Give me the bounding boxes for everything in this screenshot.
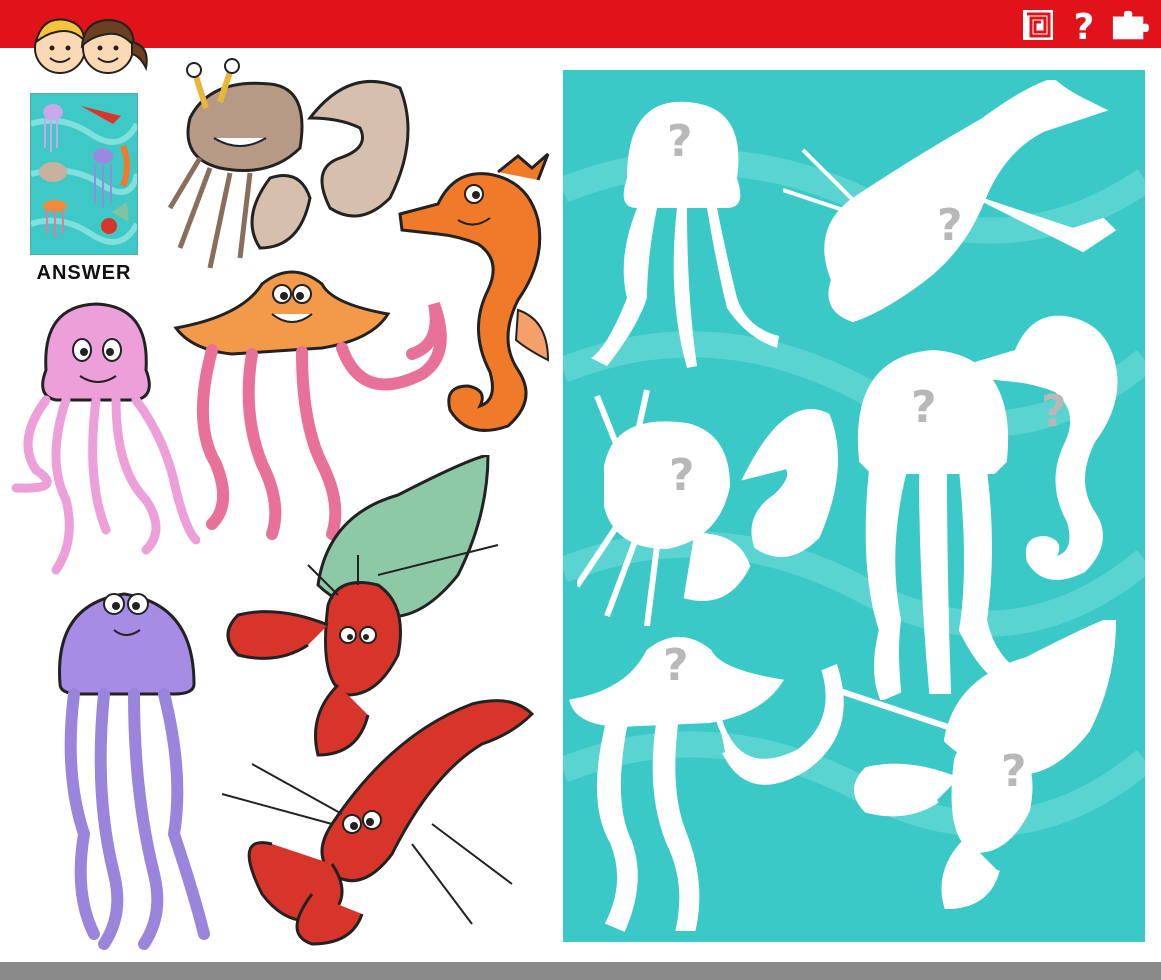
- top-bar: [0, 0, 1161, 48]
- top-icons: ?: [1019, 6, 1149, 44]
- silhouette-panel: ? ? ? ? ? ? ?: [563, 70, 1145, 942]
- question-mark: ?: [937, 200, 963, 251]
- lobster[interactable]: [212, 694, 552, 950]
- answer-label: ANSWER: [36, 262, 132, 284]
- question-mark: ?: [667, 116, 693, 167]
- question-mark: ?: [669, 450, 695, 501]
- svg-text:?: ?: [1074, 7, 1095, 43]
- silhouette-crab[interactable]: [577, 386, 847, 626]
- question-mark: ?: [1041, 386, 1067, 437]
- silhouette-seahorse[interactable]: [975, 292, 1133, 592]
- answer-thumbnail: [30, 93, 138, 255]
- crab[interactable]: [150, 58, 420, 288]
- bottom-bar: [0, 962, 1161, 980]
- pink-jellyfish[interactable]: [6, 300, 200, 578]
- question-icon: ?: [1065, 6, 1103, 44]
- question-mark: ?: [911, 382, 937, 433]
- silhouette-hermit-crab[interactable]: [837, 620, 1137, 910]
- question-mark: ?: [1001, 746, 1027, 797]
- question-mark: ?: [663, 640, 689, 691]
- kids-logo: [34, 18, 148, 74]
- maze-icon: [1019, 6, 1057, 44]
- puzzle-icon: [1111, 6, 1149, 44]
- silhouette-jellyfish[interactable]: [569, 632, 849, 932]
- purple-jellyfish[interactable]: [54, 574, 214, 952]
